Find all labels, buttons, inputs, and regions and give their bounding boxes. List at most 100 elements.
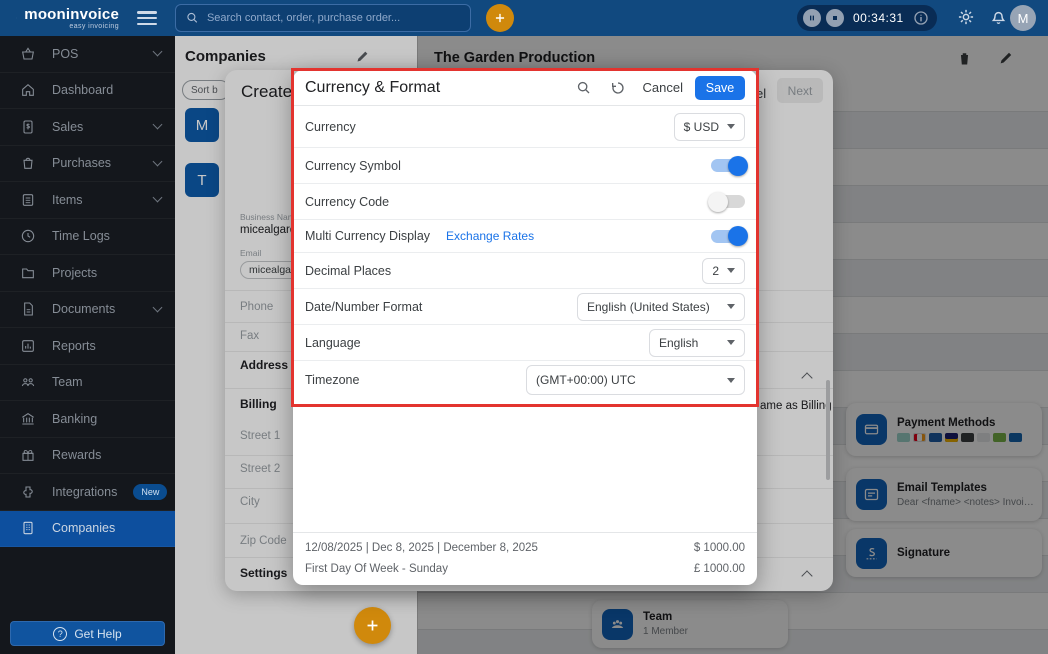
sidebar-item-companies[interactable]: Companies <box>0 510 175 547</box>
chevron-down-icon <box>727 124 735 129</box>
sidebar-item-integrations[interactable]: Integrations New <box>0 474 175 511</box>
timer-stop-button[interactable] <box>826 9 844 27</box>
sidebar-item-team[interactable]: Team <box>0 365 175 401</box>
quick-add-button[interactable] <box>486 4 514 32</box>
notifications-bell-icon[interactable] <box>989 7 1008 26</box>
currency-code-toggle[interactable] <box>708 191 745 212</box>
sidebar-item-reports[interactable]: Reports <box>0 328 175 365</box>
modal-footer-preview: 12/08/2025 | Dec 8, 2025 | December 8, 2… <box>293 532 757 585</box>
currency-symbol-toggle[interactable] <box>711 155 748 176</box>
modal-header: Currency & Format Cancel Save <box>293 70 757 106</box>
sidebar-item-label: Projects <box>52 265 98 280</box>
timezone-select[interactable]: (GMT+00:00) UTC <box>526 365 745 395</box>
currency-format-modal: Currency & Format Cancel Save Currency $… <box>293 70 757 585</box>
sidebar-item-banking[interactable]: Banking <box>0 401 175 438</box>
exchange-rates-link[interactable]: Exchange Rates <box>446 229 534 243</box>
folder-icon <box>22 268 34 278</box>
multi-currency-label: Multi Currency Display <box>305 229 431 243</box>
plus-icon <box>495 13 505 23</box>
pos-basket-icon <box>22 47 34 60</box>
decimal-places-select[interactable]: 2 <box>702 257 745 284</box>
brand-name: mooninvoice <box>24 5 119 23</box>
brand-logo[interactable]: mooninvoice easy invoicing <box>0 7 119 30</box>
modal-reset-button[interactable] <box>610 80 626 96</box>
global-search[interactable] <box>175 4 471 32</box>
add-company-fab[interactable] <box>354 607 391 644</box>
sidebar-item-dashboard[interactable]: Dashboard <box>0 73 175 109</box>
sidebar-nav: POS Dashboard Sales Purchases Items Time… <box>0 36 175 654</box>
date-number-format-label: Date/Number Format <box>305 299 423 314</box>
sidebar-item-documents[interactable]: Documents <box>0 292 175 328</box>
currency-symbol-row: Currency Symbol <box>293 148 757 184</box>
menu-hamburger-icon[interactable] <box>137 11 157 25</box>
currency-symbol-label: Currency Symbol <box>305 158 401 173</box>
date-number-format-select[interactable]: English (United States) <box>577 292 745 321</box>
sidebar-item-time-logs[interactable]: Time Logs <box>0 219 175 255</box>
integrations-puzzle-icon <box>23 486 33 498</box>
sidebar-item-sales[interactable]: Sales <box>0 109 175 146</box>
sales-invoice-icon <box>23 120 33 134</box>
language-select[interactable]: English <box>649 328 745 357</box>
get-help-button[interactable]: ? Get Help <box>10 621 165 646</box>
date-number-format-row: Date/Number Format English (United State… <box>293 289 757 325</box>
decimal-places-row: Decimal Places 2 <box>293 253 757 289</box>
sidebar-item-label: POS <box>52 46 79 61</box>
chevron-down-icon <box>152 119 163 130</box>
sidebar-item-label: Banking <box>52 411 98 426</box>
chevron-down-icon <box>727 268 735 273</box>
sidebar-item-label: Reports <box>52 338 96 353</box>
currency-label: Currency <box>305 119 356 134</box>
sidebar-item-projects[interactable]: Projects <box>0 255 175 292</box>
app-window: mooninvoice easy invoicing 00:34:31 M <box>0 0 1048 654</box>
multi-currency-toggle[interactable] <box>711 226 748 246</box>
decimal-places-label: Decimal Places <box>305 263 392 278</box>
sidebar-item-label: Time Logs <box>52 229 110 244</box>
sidebar-item-label: Integrations <box>52 484 118 499</box>
modal-save-button[interactable]: Save <box>695 75 745 100</box>
sidebar-item-purchases[interactable]: Purchases <box>0 146 175 182</box>
timer-value: 00:34:31 <box>853 11 904 25</box>
top-bar: mooninvoice easy invoicing 00:34:31 M <box>0 0 1048 36</box>
currency-row: Currency $ USD <box>293 106 757 148</box>
reset-icon <box>611 81 624 94</box>
language-label: Language <box>305 335 361 350</box>
pause-icon <box>810 15 814 21</box>
sidebar-item-label: Dashboard <box>52 83 114 98</box>
new-badge: New <box>133 483 168 500</box>
search-icon <box>187 12 198 23</box>
date-number-format-value: English (United States) <box>587 299 710 314</box>
first-day-of-week-preview: First Day Of Week - Sunday <box>305 563 448 575</box>
settings-gear-icon[interactable] <box>956 7 976 27</box>
chevron-down-icon <box>727 340 735 345</box>
stop-icon <box>833 16 837 20</box>
modal-cancel-button[interactable]: Cancel <box>643 80 683 95</box>
currency-value: $ USD <box>683 119 719 134</box>
search-icon <box>577 81 590 93</box>
modal-title: Currency & Format <box>305 78 441 96</box>
currency-select[interactable]: $ USD <box>673 112 745 141</box>
timer-info-icon[interactable] <box>913 10 929 26</box>
plus-icon <box>367 620 378 631</box>
sidebar-item-label: Team <box>52 375 83 390</box>
chevron-down-icon <box>727 377 735 383</box>
language-value: English <box>659 335 699 350</box>
timer-pause-button[interactable] <box>803 9 821 27</box>
language-row: Language English <box>293 325 757 361</box>
chevron-down-icon <box>152 156 163 167</box>
chevron-down-icon <box>152 46 163 57</box>
amount-preview-usd: $ 1000.00 <box>693 542 745 554</box>
brand-tagline: easy invoicing <box>69 22 119 30</box>
get-help-label: Get Help <box>74 626 122 641</box>
clock-icon <box>21 230 35 243</box>
company-building-icon <box>23 522 33 535</box>
sidebar-item-label: Documents <box>52 302 116 317</box>
sidebar-item-label: Rewards <box>52 448 102 463</box>
chevron-down-icon <box>727 304 735 309</box>
user-avatar[interactable]: M <box>1010 5 1036 31</box>
sidebar-item-rewards[interactable]: Rewards <box>0 438 175 474</box>
sidebar-item-items[interactable]: Items <box>0 182 175 219</box>
modal-search-button[interactable] <box>576 80 592 96</box>
sidebar-item-pos[interactable]: POS <box>0 36 175 73</box>
currency-code-label: Currency Code <box>305 194 390 209</box>
search-input[interactable] <box>206 12 460 24</box>
